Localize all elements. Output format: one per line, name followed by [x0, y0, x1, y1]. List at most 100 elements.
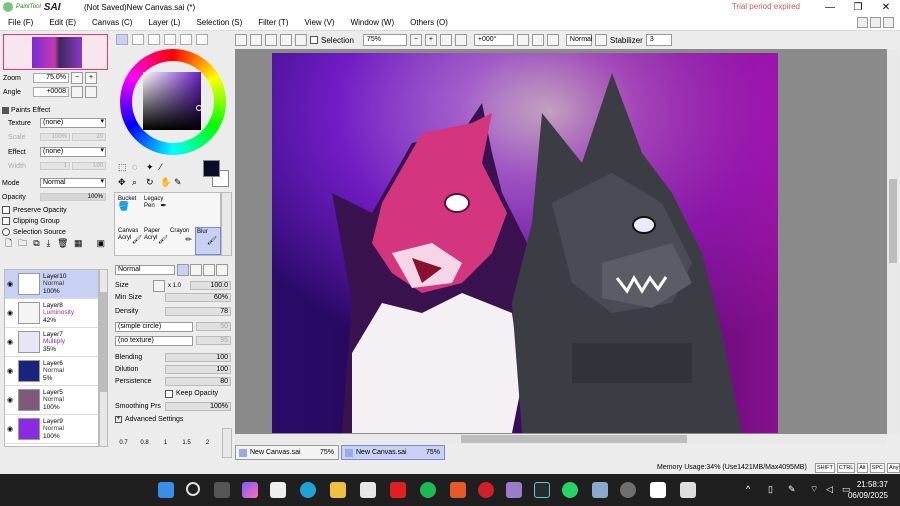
painttool-sai-icon[interactable] — [592, 482, 608, 498]
layer-opacity-slider[interactable]: 100% — [40, 193, 106, 201]
brush-paper-acryl[interactable]: Paper Acryl 🖌 — [143, 227, 169, 255]
windows-start-icon[interactable] — [158, 482, 174, 498]
new-folder-icon[interactable]: 🗀 — [18, 238, 27, 249]
rotate-icon[interactable]: ↻ — [146, 177, 160, 190]
zoom-in-button[interactable]: + — [424, 34, 437, 46]
selection-checkbox[interactable] — [310, 36, 318, 44]
menu-others[interactable]: Others (O) — [402, 14, 456, 31]
width-value[interactable]: 1 — [40, 162, 70, 170]
brush-shape-round-icon[interactable] — [190, 263, 202, 276]
system-clock[interactable]: 21:58:37 06/09/2025 — [848, 479, 888, 501]
invert-selection-button[interactable] — [295, 34, 307, 46]
brush-canvas-acryl[interactable]: Canvas Acryl 🖌 — [117, 227, 143, 255]
rotation-select[interactable]: +000° — [473, 34, 514, 46]
size-multiplier-button[interactable] — [153, 279, 165, 292]
visibility-eye-icon[interactable]: ◉ — [5, 396, 15, 404]
scale-number[interactable]: 20 — [72, 133, 106, 141]
lasso-icon[interactable]: ◌ — [132, 162, 146, 175]
foreground-color-swatch[interactable] — [203, 160, 220, 177]
hand-icon[interactable]: ✋ — [160, 177, 174, 190]
deselect-button[interactable] — [280, 34, 292, 46]
brush-bucket[interactable]: Bucket 🪣 — [117, 195, 143, 223]
blending-slider[interactable]: 100 — [165, 353, 231, 362]
layer-row[interactable]: ◉ Layer5 Normal 100% — [5, 386, 98, 415]
layer-row[interactable]: ◉ Layer7 Multiply 35% — [5, 328, 98, 357]
clipping-group-checkbox[interactable] — [2, 217, 10, 225]
brush-shape-flat-icon[interactable] — [177, 263, 189, 276]
brush-texture-select[interactable]: (no texture) — [115, 335, 193, 346]
texture-strength-value[interactable]: 95 — [196, 336, 231, 345]
min-size-slider[interactable]: 60% — [165, 293, 231, 302]
notepad-icon[interactable] — [270, 482, 286, 498]
visibility-eye-icon[interactable]: ◉ — [5, 367, 15, 375]
doc-restore-button[interactable] — [870, 17, 881, 28]
delete-layer-icon[interactable]: 🗑 — [57, 238, 68, 249]
effect-select[interactable]: (none) — [40, 147, 106, 157]
scratchpad-tab-icon[interactable] — [180, 34, 192, 45]
dilution-slider[interactable]: 100 — [165, 365, 231, 374]
rgb-slider-tab-icon[interactable] — [132, 34, 144, 45]
brush-shape-hard-icon[interactable] — [216, 263, 228, 276]
smoothing-slider[interactable]: 100% — [165, 402, 231, 411]
layer-row[interactable]: ◉ Layer10 Normal 100% — [5, 270, 98, 299]
opera-icon[interactable] — [478, 482, 494, 498]
search-icon[interactable] — [186, 482, 200, 496]
preserve-opacity-checkbox[interactable] — [2, 206, 10, 214]
navigator-preview[interactable] — [3, 34, 108, 70]
terminal-icon[interactable] — [534, 482, 550, 498]
file-explorer-icon[interactable] — [330, 482, 346, 498]
layer-list-scrollbar[interactable] — [99, 269, 108, 447]
redo-button[interactable] — [265, 34, 277, 46]
wifi-icon[interactable]: ⌔ — [810, 484, 818, 495]
pen-tray-icon[interactable]: ✎ — [788, 484, 796, 495]
zoom-out-button[interactable]: − — [409, 34, 422, 46]
size-preset[interactable]: 1 — [155, 428, 176, 458]
merge-layer-icon[interactable]: ⤓ — [46, 238, 51, 249]
blend-mode-select[interactable]: Normal — [565, 34, 592, 46]
canvas-vertical-scrollbar[interactable] — [887, 49, 899, 435]
layer-row[interactable]: ◉ Layer6 Normal 5% — [5, 357, 98, 386]
rotate-left-button[interactable] — [516, 34, 529, 46]
nav-rotate-right-button[interactable] — [85, 86, 97, 98]
undo-button[interactable] — [250, 34, 262, 46]
edge-icon[interactable] — [300, 482, 316, 498]
visibility-eye-icon[interactable]: ◉ — [5, 425, 15, 433]
rect-select-icon[interactable]: ⬚ — [118, 162, 132, 175]
brush-shape-select[interactable]: (simple circle) — [115, 321, 193, 332]
rotate-right-button[interactable] — [531, 34, 544, 46]
eyedropper-small-icon[interactable]: ⁄ — [160, 162, 174, 175]
visibility-eye-icon[interactable]: ◉ — [5, 280, 15, 288]
media-player-icon[interactable] — [620, 482, 636, 498]
size-slider[interactable]: 100.0 — [190, 281, 231, 290]
size-presets-scrollbar[interactable] — [222, 428, 232, 458]
flip-button[interactable] — [594, 34, 607, 46]
menu-canvas[interactable]: Canvas (C) — [84, 14, 140, 31]
clear-layer-icon[interactable]: ▦ — [74, 238, 83, 249]
saturation-value-square[interactable] — [143, 72, 202, 130]
advanced-settings-label[interactable]: Advanced Settings — [125, 416, 183, 423]
task-view-icon[interactable] — [214, 482, 230, 498]
size-preset[interactable]: 0.7 — [113, 428, 134, 458]
menu-edit[interactable]: Edit (E) — [41, 14, 84, 31]
menu-window[interactable]: Window (W) — [343, 14, 403, 31]
size-preset[interactable]: 1.5 — [176, 428, 197, 458]
zoom-select[interactable]: 75% — [362, 34, 407, 46]
move-icon[interactable]: ✥ — [118, 177, 132, 190]
rotate-reset-button[interactable] — [546, 34, 559, 46]
mail-icon[interactable] — [450, 482, 466, 498]
density-slider[interactable]: 78 — [165, 307, 231, 316]
stabilizer-select[interactable]: 3 — [645, 34, 672, 46]
brush-crayon[interactable]: Crayon ✏ — [169, 227, 195, 255]
nav-zoom-in-button[interactable]: + — [85, 72, 97, 84]
doc-tab-2[interactable]: New Canvas.sai 75% — [341, 445, 445, 460]
nav-rotate-left-button[interactable] — [71, 86, 83, 98]
swatches-tab-icon[interactable] — [164, 34, 176, 45]
usb-icon[interactable]: ▯ — [768, 484, 773, 495]
zoom-reset-button[interactable] — [454, 34, 467, 46]
copilot-icon[interactable] — [242, 482, 258, 498]
menu-view[interactable]: View (V) — [296, 14, 342, 31]
eyedropper-icon[interactable]: ✎ — [174, 177, 188, 190]
close-button[interactable]: ✕ — [872, 0, 900, 14]
canvas-area[interactable] — [235, 49, 887, 435]
hsv-slider-tab-icon[interactable] — [148, 34, 160, 45]
